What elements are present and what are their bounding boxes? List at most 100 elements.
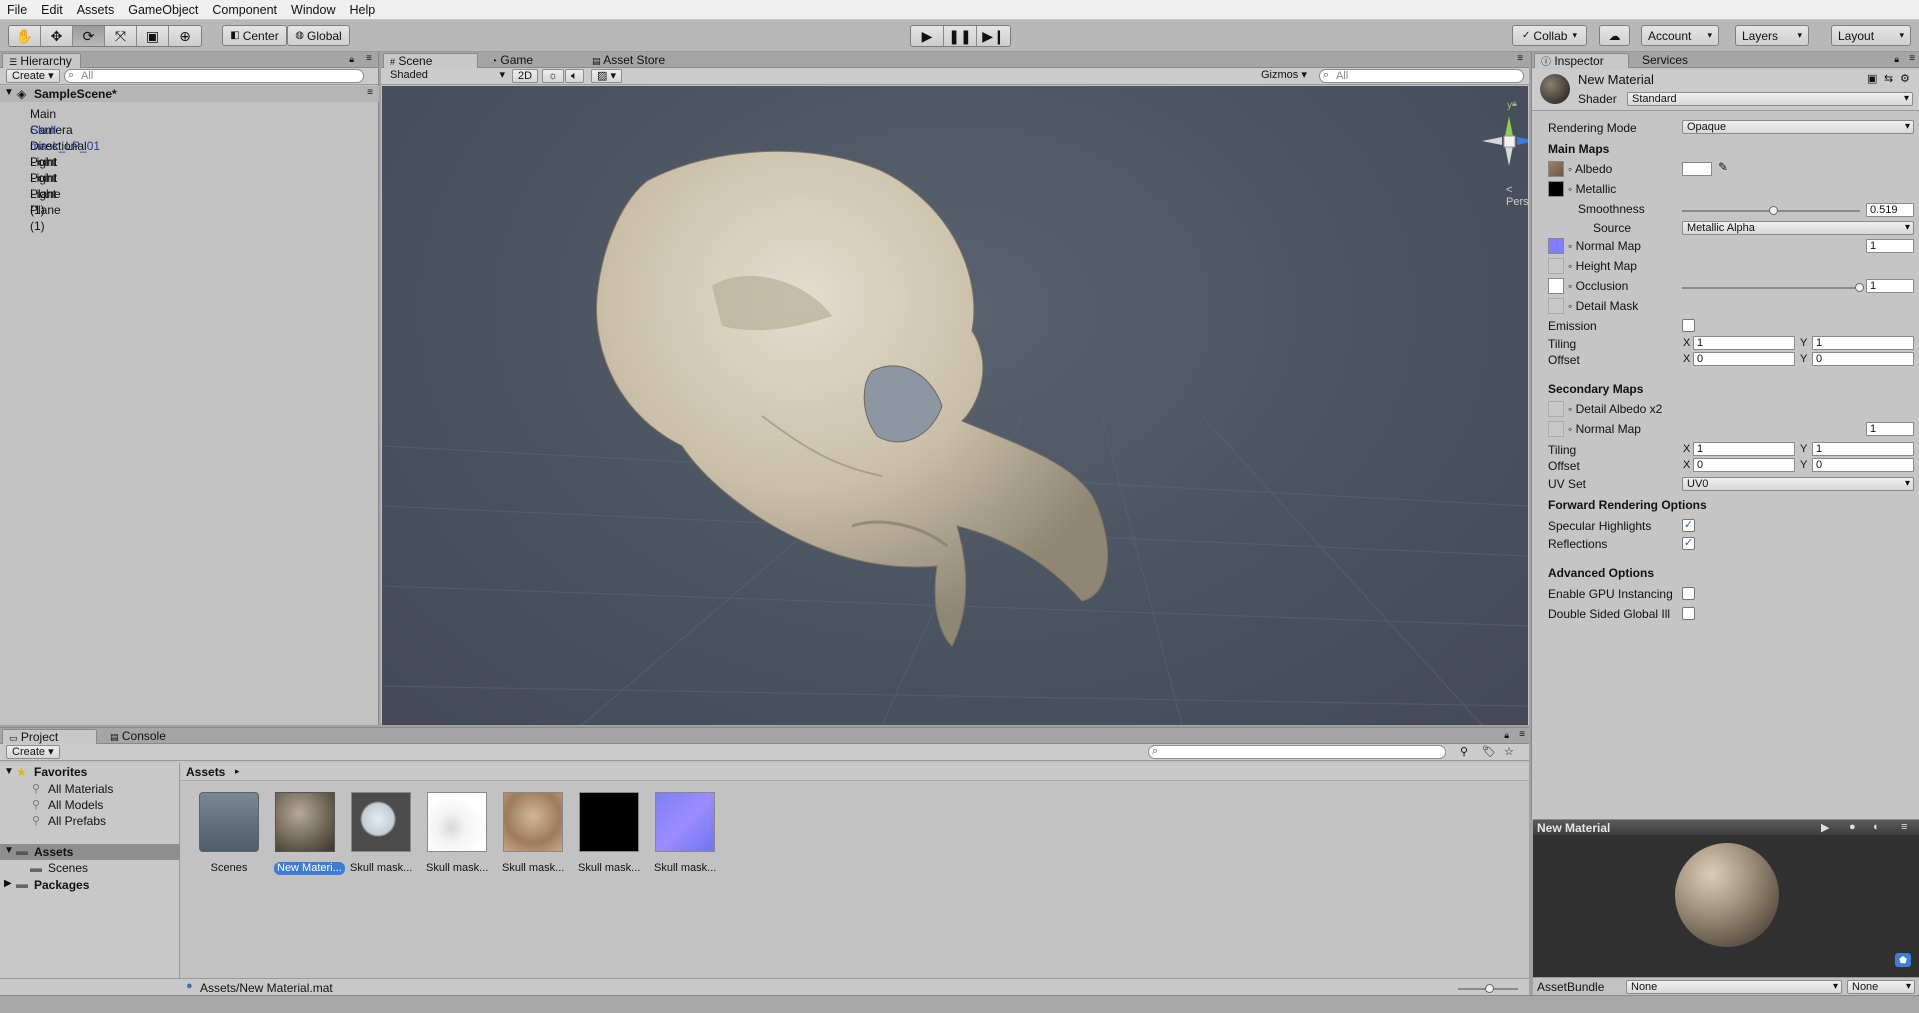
detail-mask-texture-slot[interactable]	[1548, 298, 1564, 314]
move-tool-icon[interactable]: ✥	[41, 26, 73, 46]
rect-tool-icon[interactable]: ▣	[137, 26, 169, 46]
normal-map-scale-field[interactable]: 1	[1866, 239, 1914, 253]
detail-albedo-texture-slot[interactable]	[1548, 401, 1564, 417]
double-sided-gi-checkbox[interactable]	[1682, 607, 1695, 620]
step-icon[interactable]: ▶❙	[977, 26, 1010, 46]
tab-inspector[interactable]: ⓘ Inspector	[1534, 53, 1629, 68]
secondary-offset-x-field[interactable]: 0	[1693, 458, 1795, 472]
skull-mask-model[interactable]	[382, 86, 1528, 725]
tab-services[interactable]: Services	[1636, 53, 1696, 68]
albedo-color-swatch[interactable]	[1682, 162, 1712, 176]
tiling-y-field[interactable]: 1	[1812, 336, 1914, 350]
favorites-label[interactable]: Favorites	[34, 765, 87, 779]
project-create-button[interactable]: Create ▾	[6, 745, 60, 759]
occlusion-slider[interactable]	[1682, 287, 1860, 289]
scene-menu-icon[interactable]: ≡	[367, 87, 373, 98]
shading-dropdown[interactable]: Shaded ▾	[385, 69, 507, 83]
rendering-mode-dropdown[interactable]: Opaque	[1682, 120, 1914, 134]
space-global-button[interactable]: ◍ Global	[287, 25, 350, 46]
menu-file[interactable]: File	[0, 0, 34, 20]
favorite-item[interactable]: All Materials	[48, 782, 113, 796]
gear-icon[interactable]: ⚙	[1900, 72, 1910, 85]
rotate-tool-icon[interactable]: ⟳	[73, 26, 105, 46]
help-icon[interactable]: ▣	[1867, 72, 1877, 85]
tab-project[interactable]: ▭ Project	[2, 729, 97, 744]
projection-label[interactable]: < Persp	[1506, 184, 1528, 208]
cloud-button[interactable]: ☁	[1599, 25, 1630, 46]
tree-scenes-folder[interactable]: Scenes	[48, 861, 88, 875]
scene-header-row[interactable]: ▼ ◈ SampleScene* ≡	[0, 86, 379, 102]
lock-icon[interactable]: 🔒︎	[349, 54, 354, 65]
asset-tile-texture-normal[interactable]: Skull mask...	[654, 792, 716, 875]
occlusion-field[interactable]: 1	[1866, 279, 1914, 293]
layout-dropdown[interactable]: Layout ▾	[1831, 25, 1911, 46]
layers-dropdown[interactable]: Layers ▾	[1735, 25, 1809, 46]
preview-menu-icon[interactable]: ≡	[1901, 821, 1907, 833]
menu-component[interactable]: Component	[205, 0, 284, 20]
tab-console[interactable]: ▤ Console	[104, 729, 174, 744]
expand-arrow-icon[interactable]: ▼	[4, 87, 14, 98]
asset-bundle-dropdown[interactable]: None	[1626, 980, 1842, 994]
effects-dropdown-icon[interactable]: ▨ ▾	[591, 69, 622, 83]
emission-checkbox[interactable]	[1682, 319, 1695, 332]
menu-gameobject[interactable]: GameObject	[121, 0, 205, 20]
asset-tile-material[interactable]: New Materi...	[274, 792, 345, 875]
scale-tool-icon[interactable]: ⤧	[105, 26, 137, 46]
tab-hierarchy[interactable]: ☰ Hierarchy	[2, 53, 81, 68]
lock-icon[interactable]: 🔒︎	[1512, 98, 1517, 109]
normal-map-texture-slot[interactable]	[1548, 238, 1564, 254]
menu-edit[interactable]: Edit	[34, 0, 70, 20]
play-icon[interactable]: ▶	[911, 26, 944, 46]
shader-dropdown[interactable]: Standard	[1627, 92, 1913, 106]
albedo-texture-slot[interactable]	[1548, 161, 1564, 177]
preview-play-icon[interactable]: ▶	[1821, 821, 1829, 834]
transform-tool-icon[interactable]: ⊕	[169, 26, 201, 46]
icon-size-slider-knob[interactable]	[1485, 984, 1494, 993]
favorite-item[interactable]: All Models	[48, 798, 103, 812]
secondary-normal-scale-field[interactable]: 1	[1866, 422, 1914, 436]
occlusion-texture-slot[interactable]	[1548, 278, 1564, 294]
source-dropdown[interactable]: Metallic Alpha	[1682, 221, 1914, 235]
scene-search-input[interactable]: All	[1319, 69, 1524, 83]
secondary-normal-map-texture-slot[interactable]	[1548, 421, 1564, 437]
offset-x-field[interactable]: 0	[1693, 352, 1795, 366]
lighting-toggle-icon[interactable]: ☼	[542, 69, 565, 83]
asset-tile-texture-black[interactable]: Skull mask...	[578, 792, 640, 875]
pivot-center-button[interactable]: ◧ Center	[222, 25, 287, 46]
hand-tool-icon[interactable]: ✋	[9, 26, 41, 46]
preview-light-icon[interactable]: ◐	[1873, 821, 1880, 833]
preview-sphere-icon[interactable]: ●	[1849, 821, 1856, 833]
secondary-tiling-y-field[interactable]: 1	[1812, 442, 1914, 456]
specular-highlights-checkbox[interactable]: ✓	[1682, 519, 1695, 532]
tab-scene[interactable]: # Scene	[383, 53, 478, 68]
secondary-tiling-x-field[interactable]: 1	[1693, 442, 1795, 456]
search-by-type-icon[interactable]: ⚲	[1460, 745, 1468, 758]
offset-y-field[interactable]: 0	[1812, 352, 1914, 366]
search-by-label-icon[interactable]: 🏷︎	[1482, 745, 1496, 758]
reflections-checkbox[interactable]: ✓	[1682, 537, 1695, 550]
height-map-texture-slot[interactable]	[1548, 258, 1564, 274]
tree-packages-folder[interactable]: Packages	[34, 878, 89, 892]
menu-window[interactable]: Window	[284, 0, 342, 20]
menu-help[interactable]: Help	[342, 0, 382, 20]
lock-icon[interactable]: 🔒︎	[1894, 54, 1899, 65]
audio-toggle-icon[interactable]: 🔈︎	[565, 69, 584, 83]
collapse-arrow-icon[interactable]: ▶	[4, 878, 12, 889]
asset-tile-model[interactable]: Skull mask...	[350, 792, 412, 875]
preset-icon[interactable]: ⇆	[1884, 72, 1893, 85]
expand-arrow-icon[interactable]: ▼	[4, 766, 14, 777]
tab-game[interactable]: ◔ Game	[485, 53, 541, 68]
hierarchy-item[interactable]: Plane	[30, 186, 61, 202]
asset-tile-texture-albedo[interactable]: Skull mask...	[502, 792, 564, 875]
material-preview-viewport[interactable]: ⬟	[1533, 835, 1919, 977]
panel-menu-icon[interactable]: ≡	[1909, 53, 1915, 64]
favorite-item[interactable]: All Prefabs	[48, 814, 106, 828]
eyedropper-icon[interactable]: ✎	[1718, 160, 1728, 174]
tab-asset-store[interactable]: ▤ Asset Store	[586, 53, 673, 68]
uv-set-dropdown[interactable]: UV0	[1682, 477, 1914, 491]
panel-menu-icon[interactable]: ≡	[366, 53, 372, 64]
hierarchy-create-button[interactable]: Create ▾	[6, 69, 60, 83]
breadcrumb-assets[interactable]: Assets	[186, 765, 225, 779]
asset-tile-folder[interactable]: Scenes	[198, 792, 260, 875]
gizmos-dropdown[interactable]: Gizmos ▾	[1256, 69, 1312, 83]
